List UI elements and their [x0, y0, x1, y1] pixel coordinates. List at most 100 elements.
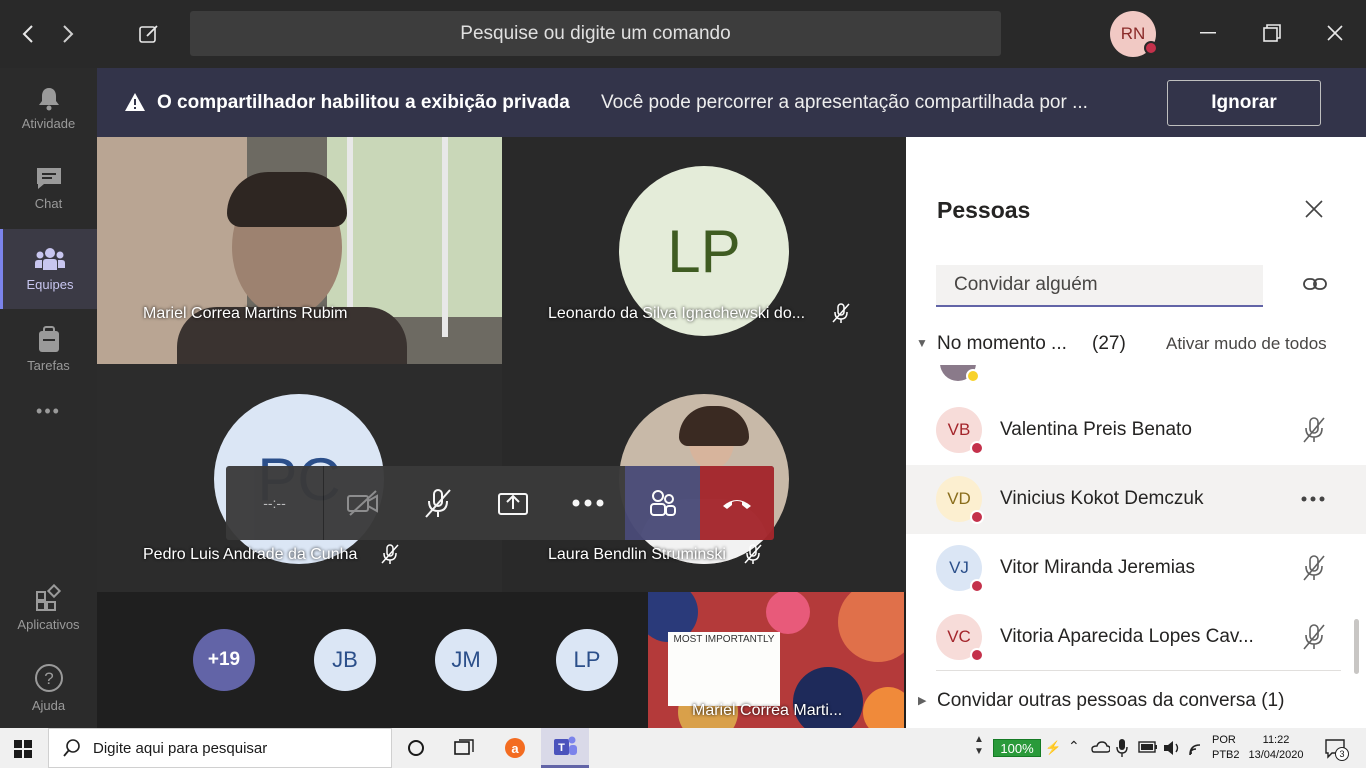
- notifications-icon[interactable]: 3: [1324, 737, 1349, 764]
- appbar-label: Aplicativos: [17, 617, 80, 632]
- teams-taskbar-button[interactable]: T: [541, 728, 589, 768]
- taskbar-search-input[interactable]: Digite aqui para pesquisar: [48, 728, 392, 768]
- minimize-icon[interactable]: [1193, 18, 1223, 48]
- close-panel-icon[interactable]: [1304, 199, 1326, 221]
- participant-name: Pedro Luis Andrade da Cunha: [143, 546, 358, 563]
- participant-avatar: VJ: [936, 545, 984, 593]
- battery-indicator[interactable]: 100%: [993, 739, 1041, 757]
- command-search-input[interactable]: Pesquise ou digite um comando: [190, 11, 1001, 56]
- lang-code: POR: [1212, 734, 1236, 746]
- volume-icon[interactable]: [1162, 739, 1182, 762]
- tray-scroll-icon[interactable]: ▲ ▼: [974, 734, 986, 762]
- task-view-icon[interactable]: [453, 738, 475, 763]
- appbar-item-assignments[interactable]: Tarefas: [0, 309, 97, 389]
- onedrive-icon[interactable]: [1090, 740, 1111, 759]
- windows-start-icon[interactable]: [14, 740, 32, 763]
- participant-row[interactable]: VJ Vitor Miranda Jeremias: [906, 534, 1366, 603]
- cortana-icon[interactable]: [406, 738, 426, 763]
- clock[interactable]: 11:22 13/04/2020: [1246, 733, 1306, 763]
- collapse-caret-icon[interactable]: ▼: [916, 336, 928, 350]
- more-actions-button[interactable]: [550, 466, 625, 540]
- help-icon: ?: [34, 664, 63, 692]
- presenter-name: Mariel Correa Marti...: [692, 702, 843, 719]
- appbar-label: Chat: [34, 196, 63, 211]
- presence-busy-icon: [1144, 41, 1158, 55]
- battery-icon[interactable]: [1138, 740, 1158, 759]
- teams-app-icon: T: [554, 736, 577, 755]
- user-avatar[interactable]: RN: [1110, 11, 1158, 57]
- participant-avatar[interactable]: JB: [314, 629, 376, 691]
- close-window-icon[interactable]: [1320, 18, 1350, 48]
- share-screen-button[interactable]: [475, 466, 550, 540]
- compose-icon[interactable]: [135, 20, 163, 48]
- video-tile[interactable]: Mariel Correa Martins Rubim: [97, 137, 502, 364]
- avatar-initials: VD: [947, 489, 971, 508]
- scrollbar-thumb[interactable]: [1354, 619, 1359, 674]
- appbar-item-chat[interactable]: Chat: [0, 148, 97, 228]
- mic-muted-icon: [744, 544, 762, 564]
- appbar-label: Tarefas: [27, 358, 70, 373]
- section-label[interactable]: No momento ...: [937, 333, 1067, 355]
- notification-count: 3: [1335, 747, 1349, 761]
- appbar-label: Equipes: [26, 277, 74, 292]
- apps-icon: [35, 584, 61, 611]
- window-frame: [442, 137, 448, 337]
- participant-avatar[interactable]: JM: [435, 629, 497, 691]
- overflow-participants-button[interactable]: +19: [193, 629, 255, 691]
- more-apps-button[interactable]: •••: [0, 391, 97, 431]
- avatar-initials: VJ: [949, 558, 969, 577]
- mic-muted-icon: [1303, 555, 1325, 581]
- mute-all-button[interactable]: Ativar mudo de todos: [1166, 334, 1327, 354]
- appbar-label: Ajuda: [31, 698, 66, 713]
- show-hidden-icons-icon[interactable]: ⌃: [1068, 738, 1080, 755]
- call-timer: --:--: [226, 466, 324, 540]
- expand-caret-icon[interactable]: ▶: [918, 694, 926, 707]
- participant-row[interactable]: VD Vinicius Kokot Demczuk: [906, 465, 1366, 534]
- overflow-count: +19: [207, 649, 241, 670]
- participant-name: Laura Bendlin Struminski: [548, 546, 726, 563]
- participant-row[interactable]: VC Vitoria Aparecida Lopes Cav...: [906, 603, 1366, 672]
- section-count: (27): [1092, 333, 1126, 354]
- divider: [936, 670, 1341, 671]
- participant-row[interactable]: VB Valentina Preis Benato: [906, 396, 1366, 465]
- mic-toggle-button[interactable]: [400, 466, 475, 540]
- appbar-item-teams[interactable]: Equipes: [0, 229, 97, 309]
- input-language[interactable]: POR PTB2: [1212, 733, 1240, 763]
- more-options-icon[interactable]: [1301, 496, 1325, 502]
- hang-up-button[interactable]: [700, 466, 774, 540]
- invite-others-button[interactable]: Convidar outras pessoas da conversa (1): [937, 690, 1284, 712]
- wifi-icon[interactable]: [1188, 739, 1208, 762]
- teams-icon: [35, 248, 65, 270]
- photo-hair: [679, 406, 749, 446]
- shared-content-tile[interactable]: MOST IMPORTANTLY Mariel Correa Marti...: [648, 592, 904, 728]
- participant-name: Leonardo da Silva Ignachewski do...: [548, 305, 806, 322]
- banner-title: O compartilhador habilitou a exibição pr…: [157, 92, 570, 113]
- avatar-initials: LP: [667, 217, 741, 285]
- participant-name: Vinicius Kokot Demczuk: [1000, 488, 1204, 509]
- private-view-banner: O compartilhador habilitou a exibição pr…: [97, 68, 1366, 137]
- participant-avatar[interactable]: LP: [556, 629, 618, 691]
- video-tile[interactable]: LP Leonardo da Silva Ignachewski do...: [502, 137, 906, 364]
- appbar-item-activity[interactable]: Atividade: [0, 68, 97, 148]
- forward-arrow-icon[interactable]: [55, 20, 81, 48]
- camera-toggle-button[interactable]: [325, 466, 400, 540]
- appbar-item-help[interactable]: ? Ajuda: [0, 648, 97, 728]
- partial-avatar: [936, 365, 982, 385]
- avatar-initials: JM: [451, 647, 481, 672]
- plug-icon: ⚡: [1045, 740, 1062, 755]
- participants-icon: [649, 490, 676, 516]
- show-participants-button[interactable]: [625, 466, 700, 540]
- app-bar: Atividade Chat Equipes Tarefas ••• Aplic…: [0, 68, 97, 728]
- people-panel: Pessoas Convidar alguém ▼ No momento ...…: [906, 137, 1366, 728]
- restore-icon[interactable]: [1257, 18, 1287, 48]
- ignore-button[interactable]: Ignorar: [1167, 80, 1321, 126]
- person-hair: [227, 172, 347, 227]
- battery-percent: 100%: [1000, 740, 1034, 756]
- hang-up-icon: [723, 500, 751, 509]
- avast-icon[interactable]: a: [503, 736, 527, 765]
- appbar-item-apps[interactable]: Aplicativos: [0, 568, 97, 648]
- back-arrow-icon[interactable]: [15, 20, 41, 48]
- share-link-icon[interactable]: [1303, 274, 1327, 299]
- microphone-tray-icon[interactable]: [1115, 738, 1129, 763]
- invite-input[interactable]: Convidar alguém: [936, 265, 1263, 307]
